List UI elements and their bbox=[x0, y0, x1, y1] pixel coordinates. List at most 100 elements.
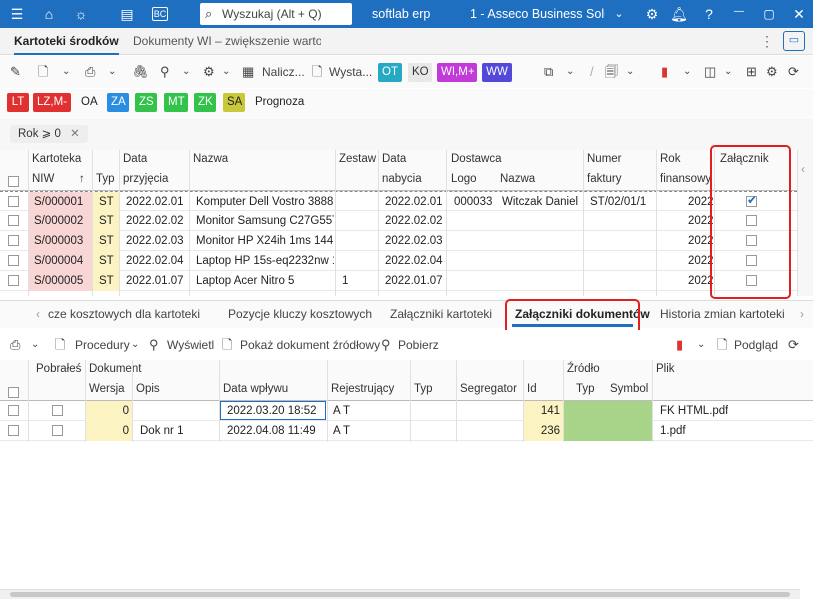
row-checkbox[interactable] bbox=[8, 405, 19, 416]
tab-historia-zmian[interactable]: Historia zmian kartoteki bbox=[660, 301, 785, 327]
chart-icon[interactable]: ▮ bbox=[676, 336, 683, 354]
col-typ[interactable]: Typ bbox=[96, 173, 115, 185]
pobrales-checkbox[interactable] bbox=[52, 425, 63, 436]
status-zs[interactable]: ZS bbox=[135, 93, 157, 112]
col-numer[interactable]: Numer bbox=[587, 153, 622, 165]
status-lt[interactable]: LT bbox=[7, 93, 29, 112]
sort-asc-icon[interactable]: ↑ bbox=[79, 173, 85, 185]
print-icon[interactable]: ⎙ bbox=[10, 336, 20, 354]
row-checkbox[interactable] bbox=[8, 196, 19, 207]
gear-icon[interactable]: ⚙ bbox=[766, 63, 778, 81]
prognoza-button[interactable]: Prognoza bbox=[251, 93, 308, 112]
col-data[interactable]: Data bbox=[123, 153, 147, 165]
chevron-down-icon[interactable]: ⌄ bbox=[683, 63, 691, 81]
chevron-down-icon[interactable]: ⌄ bbox=[697, 336, 705, 354]
ko-button[interactable]: KO bbox=[408, 63, 432, 82]
chevron-down-icon[interactable]: ⌄ bbox=[626, 63, 634, 81]
col-wersja[interactable]: Wersja bbox=[89, 383, 125, 395]
col-nazwa[interactable]: Nazwa bbox=[193, 153, 228, 165]
preview-icon[interactable]: 🗋︎ bbox=[717, 336, 727, 354]
procedury-button[interactable]: Procedury bbox=[75, 336, 130, 354]
sun-icon[interactable]: ☼ bbox=[72, 5, 90, 23]
columns-icon[interactable]: ⊞ bbox=[746, 63, 757, 81]
edit-icon[interactable]: ✎ bbox=[10, 63, 21, 81]
chevron-down-icon[interactable]: ⌄ bbox=[222, 63, 230, 81]
select-all-checkbox[interactable] bbox=[8, 387, 19, 398]
pobierz-button[interactable]: Pobierz bbox=[398, 336, 439, 354]
chevron-down-icon[interactable]: ⌄ bbox=[610, 5, 628, 23]
chevron-down-icon[interactable]: ⌄ bbox=[62, 63, 70, 81]
col-segregator[interactable]: Segregator bbox=[460, 383, 517, 395]
col-logo[interactable]: Logo bbox=[451, 173, 477, 185]
procedures-icon[interactable]: 🗋︎ bbox=[55, 336, 65, 354]
home-icon[interactable]: ⌂ bbox=[40, 5, 58, 23]
menu-icon[interactable]: ☰ bbox=[8, 5, 26, 23]
chevron-left-icon[interactable]: ‹ bbox=[36, 301, 40, 327]
scrollbar-thumb[interactable] bbox=[10, 592, 790, 597]
col-id[interactable]: Id bbox=[527, 383, 537, 395]
row-checkbox[interactable] bbox=[8, 235, 19, 246]
col-symbol[interactable]: Symbol bbox=[610, 383, 648, 395]
source-document-icon[interactable]: 🗋︎ bbox=[222, 336, 232, 354]
close-icon[interactable]: ✕ bbox=[70, 128, 80, 140]
document-settings-icon[interactable]: ⚙ bbox=[203, 63, 215, 81]
copy-document-icon[interactable]: 🗐︎ bbox=[605, 63, 618, 81]
select-all-checkbox[interactable] bbox=[8, 176, 19, 187]
col-typ[interactable]: Typ bbox=[414, 383, 433, 395]
chart-icon[interactable]: ▮ bbox=[661, 63, 668, 81]
calculate-icon[interactable]: ▦ bbox=[242, 63, 254, 81]
tab-dokumenty-wi[interactable]: Dokumenty WI – zwiększenie wartości bbox=[133, 28, 321, 55]
close-icon[interactable]: ✕ bbox=[790, 5, 808, 23]
horizontal-scrollbar[interactable] bbox=[0, 589, 800, 599]
card-icon[interactable]: ▤ bbox=[118, 5, 136, 23]
vertical-scrollbar[interactable]: ‹ bbox=[797, 150, 813, 296]
tab-pozycje-kluczy[interactable]: Pozycje kluczy kosztowych bbox=[228, 301, 372, 327]
document-info-icon[interactable]: 🗋︎ bbox=[38, 63, 48, 81]
chevron-down-icon[interactable]: ⌄ bbox=[566, 63, 574, 81]
layout-icon[interactable]: ◫ bbox=[704, 63, 716, 81]
chevron-down-icon[interactable]: ⌄ bbox=[182, 63, 190, 81]
row-checkbox[interactable] bbox=[8, 425, 19, 436]
col-data-wplywu[interactable]: Data wpływu bbox=[223, 383, 288, 395]
minimize-icon[interactable]: — bbox=[730, 3, 748, 21]
col-pobrales[interactable]: Pobrałeś bbox=[36, 363, 81, 375]
download-icon[interactable]: ⚲ bbox=[381, 336, 391, 354]
chevron-down-icon[interactable]: ⌄ bbox=[108, 63, 116, 81]
print-icon[interactable]: ⎙ bbox=[85, 63, 95, 81]
view-icon[interactable]: ⚲ bbox=[149, 336, 159, 354]
podglad-button[interactable]: Podgląd bbox=[734, 336, 778, 354]
chevron-right-icon[interactable]: › bbox=[800, 301, 804, 327]
pobrales-checkbox[interactable] bbox=[52, 405, 63, 416]
bc-icon[interactable]: BC bbox=[152, 7, 168, 21]
status-lz-m[interactable]: LZ,M- bbox=[33, 93, 71, 112]
link-icon[interactable]: ⚲ bbox=[160, 63, 170, 81]
chat-icon[interactable]: ▭ bbox=[783, 31, 805, 51]
col-niw[interactable]: NIW bbox=[32, 173, 54, 185]
row-checkbox[interactable] bbox=[8, 275, 19, 286]
col-dostawca-nazwa[interactable]: Nazwa bbox=[500, 173, 535, 185]
transfer-icon[interactable]: ⧉ bbox=[544, 63, 553, 81]
refresh-icon[interactable]: ⟳ bbox=[788, 63, 799, 81]
col-data-nabycia[interactable]: Data bbox=[382, 153, 406, 165]
table-row[interactable]: 0 Dok nr 1 2022.04.08 11:49 A T 236 1.pdf bbox=[0, 421, 813, 441]
status-za[interactable]: ZA bbox=[107, 93, 129, 112]
help-icon[interactable]: ? bbox=[700, 5, 718, 23]
col-opis[interactable]: Opis bbox=[136, 383, 160, 395]
company-selector[interactable]: 1 - Asseco Business Solutions bbox=[470, 0, 605, 28]
tab-klucze-kosztowe[interactable]: Klucze kosztowych dla kartoteki bbox=[48, 301, 200, 327]
maximize-icon[interactable]: ▢ bbox=[760, 5, 778, 23]
col-plik[interactable]: Plik bbox=[656, 363, 675, 375]
chevron-down-icon[interactable]: ⌄ bbox=[131, 336, 139, 354]
row-checkbox[interactable] bbox=[8, 255, 19, 266]
status-oa[interactable]: OA bbox=[77, 93, 101, 112]
more-icon[interactable]: ⋮ bbox=[760, 28, 774, 55]
row-checkbox[interactable] bbox=[8, 215, 19, 226]
filter-chip[interactable]: Rok ⩾ 0 ✕ bbox=[10, 125, 88, 143]
search-input[interactable]: ⌕ Wyszukaj (Alt + Q) bbox=[200, 3, 352, 25]
wyswietl-button[interactable]: Wyświetl bbox=[167, 336, 214, 354]
wi-m-plus-button[interactable]: WI,M+ bbox=[437, 63, 477, 82]
chevron-down-icon[interactable]: ⌄ bbox=[724, 63, 732, 81]
col-rejestrujacy[interactable]: Rejestrujący bbox=[331, 383, 394, 395]
refresh-icon[interactable]: ⟳ bbox=[788, 336, 799, 354]
ww-button[interactable]: WW bbox=[482, 63, 512, 82]
